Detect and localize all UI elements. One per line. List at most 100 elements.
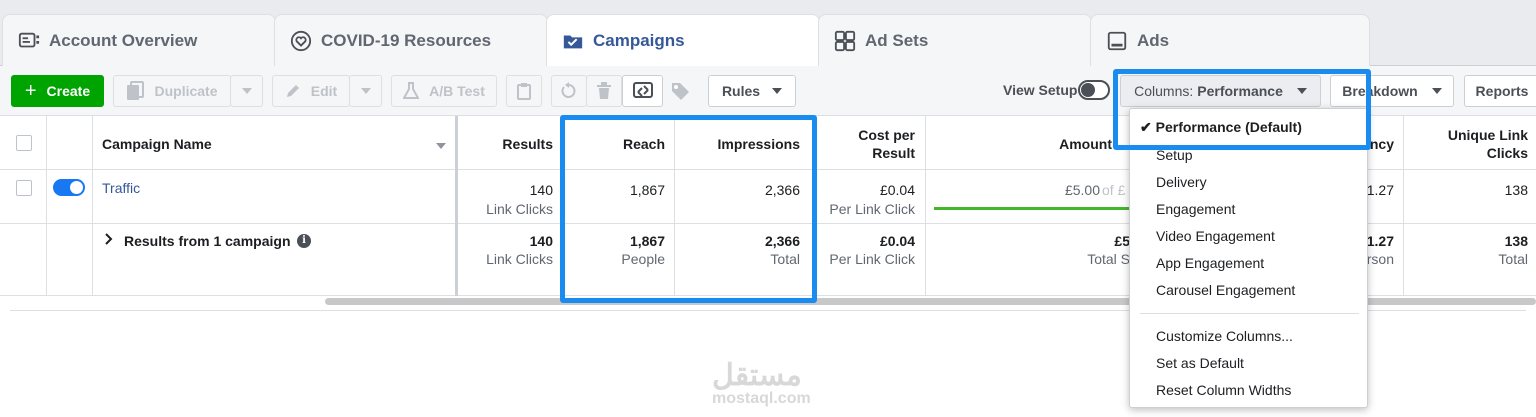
edit-button[interactable]: Edit xyxy=(272,75,350,107)
undo-button[interactable] xyxy=(551,75,587,107)
column-divider xyxy=(563,116,564,296)
tab-ad-sets[interactable]: Ad Sets xyxy=(818,14,1092,66)
campaign-toggle[interactable] xyxy=(53,179,85,196)
cost-value: £0.04 xyxy=(879,182,915,198)
rules-button[interactable]: Rules xyxy=(708,75,796,107)
columns-value: Performance xyxy=(1197,83,1283,99)
plus-icon: + xyxy=(24,79,37,102)
columns-dropdown-menu: ✔ Performance (Default) Setup Delivery E… xyxy=(1129,108,1368,408)
tab-label: Campaigns xyxy=(593,31,685,50)
cost-sub: Per Link Click xyxy=(829,201,915,217)
ad-icon xyxy=(1105,29,1129,53)
edit-dropdown[interactable] xyxy=(349,75,382,107)
view-setup-toggle[interactable] xyxy=(1078,80,1110,100)
sort-icon[interactable] xyxy=(436,143,446,149)
info-icon[interactable]: i xyxy=(297,234,311,248)
refresh-icon xyxy=(560,82,578,100)
header-cost-line1[interactable]: Cost per xyxy=(818,126,915,144)
dropdown-item-app-engagement[interactable]: App Engagement xyxy=(1156,255,1264,271)
header-results[interactable]: Results xyxy=(462,135,553,153)
dropdown-item-engagement[interactable]: Engagement xyxy=(1156,201,1235,217)
header-unique-line2[interactable]: Clicks xyxy=(1410,144,1528,162)
edit-label: Edit xyxy=(310,83,338,99)
breakdown-label: Breakdown xyxy=(1342,83,1418,99)
summary-cost: £0.04 xyxy=(879,233,915,249)
column-divider xyxy=(812,116,813,296)
summary-cost-sub: Per Link Click xyxy=(829,251,915,267)
summary-unique: 138 xyxy=(1504,233,1528,249)
account-overview-icon xyxy=(17,29,41,53)
header-cost-line2[interactable]: Result xyxy=(818,144,915,162)
duplicate-button[interactable]: Duplicate xyxy=(113,75,231,107)
column-divider xyxy=(455,116,458,296)
impressions-value: 2,366 xyxy=(764,182,800,198)
delete-button[interactable] xyxy=(586,75,622,107)
summary-label: Results from 1 campaign xyxy=(124,233,291,249)
tag-button[interactable] xyxy=(662,75,698,107)
dropdown-item-video-engagement[interactable]: Video Engagement xyxy=(1156,228,1275,244)
duplicate-label: Duplicate xyxy=(154,83,218,99)
columns-button[interactable]: Columns: Performance xyxy=(1120,75,1321,107)
dropdown-separator xyxy=(1140,313,1359,314)
campaign-name-link[interactable]: Traffic xyxy=(102,179,140,197)
flask-icon xyxy=(403,82,420,100)
column-divider xyxy=(925,116,926,296)
results-value: 140 xyxy=(529,182,553,198)
tab-bar: Account Overview COVID-19 Resources Camp… xyxy=(0,0,1536,67)
columns-prefix: Columns: xyxy=(1134,83,1194,99)
chevron-down-icon xyxy=(1431,88,1442,94)
duplicate-icon xyxy=(126,81,145,101)
header-frequency[interactable]: ncy xyxy=(1368,135,1394,153)
dropdown-item-performance[interactable]: ✔ Performance (Default) xyxy=(1140,119,1302,136)
ab-test-button[interactable]: A/B Test xyxy=(391,75,497,107)
summary-impressions: 2,366 xyxy=(764,233,800,249)
dropdown-item-delivery[interactable]: Delivery xyxy=(1156,174,1207,190)
view-setup-label: View Setup xyxy=(1003,82,1078,98)
dropdown-item-setup[interactable]: Setup xyxy=(1156,147,1193,163)
chevron-down-icon xyxy=(772,88,783,94)
tab-ads[interactable]: Ads xyxy=(1090,14,1370,66)
dropdown-item-reset-column-widths[interactable]: Reset Column Widths xyxy=(1156,382,1291,398)
header-impressions[interactable]: Impressions xyxy=(680,135,800,153)
unique-value: 138 xyxy=(1504,182,1528,198)
tab-covid-19-resources[interactable]: COVID-19 Resources xyxy=(274,14,548,66)
tab-account-overview[interactable]: Account Overview xyxy=(2,14,276,66)
breakdown-button[interactable]: Breakdown xyxy=(1330,75,1454,107)
amount-value: £5.00 xyxy=(1064,182,1100,198)
watermark-url: mostaql.com xyxy=(712,390,811,407)
checkmark-icon: ✔ xyxy=(1140,119,1152,135)
create-label: Create xyxy=(46,83,91,99)
reports-button[interactable]: Reports xyxy=(1464,75,1536,107)
tab-campaigns[interactable]: Campaigns xyxy=(546,14,820,67)
create-button[interactable]: + Create xyxy=(11,75,104,107)
results-sub: Link Clicks xyxy=(486,201,553,217)
summary-impressions-sub: Total xyxy=(770,251,800,267)
summary-amount: £5 xyxy=(1114,233,1130,249)
chevron-down-icon xyxy=(241,88,252,94)
pencil-icon xyxy=(285,83,301,99)
watermark-logo: مستقل xyxy=(712,359,802,392)
header-campaign-name[interactable]: Campaign Name xyxy=(102,135,212,153)
clipboard-button[interactable] xyxy=(506,75,542,107)
row-checkbox[interactable] xyxy=(16,180,32,196)
dropdown-item-set-as-default[interactable]: Set as Default xyxy=(1156,355,1244,371)
chevron-right-icon[interactable] xyxy=(104,232,114,251)
dropdown-item-customize-columns[interactable]: Customize Columns... xyxy=(1156,328,1293,344)
summary-results-sub: Link Clicks xyxy=(486,251,553,267)
dropdown-item-carousel-engagement[interactable]: Carousel Engagement xyxy=(1156,282,1295,298)
duplicate-dropdown[interactable] xyxy=(230,75,263,107)
header-amount[interactable]: Amount xyxy=(1010,135,1112,153)
dropdown-item-label: Performance (Default) xyxy=(1155,119,1302,135)
ab-test-label: A/B Test xyxy=(429,83,485,99)
header-unique-line1[interactable]: Unique Link xyxy=(1410,126,1528,144)
chevron-down-icon xyxy=(360,88,371,94)
summary-reach: 1,867 xyxy=(629,233,665,249)
reach-value: 1,867 xyxy=(629,182,665,198)
summary-reach-sub: People xyxy=(621,251,665,267)
export-icon xyxy=(632,81,654,101)
tab-label: Account Overview xyxy=(49,30,198,50)
summary-frequency: 1.27 xyxy=(1366,233,1394,249)
header-reach[interactable]: Reach xyxy=(568,135,665,153)
select-all-checkbox[interactable] xyxy=(16,135,32,151)
export-button[interactable] xyxy=(622,75,663,107)
